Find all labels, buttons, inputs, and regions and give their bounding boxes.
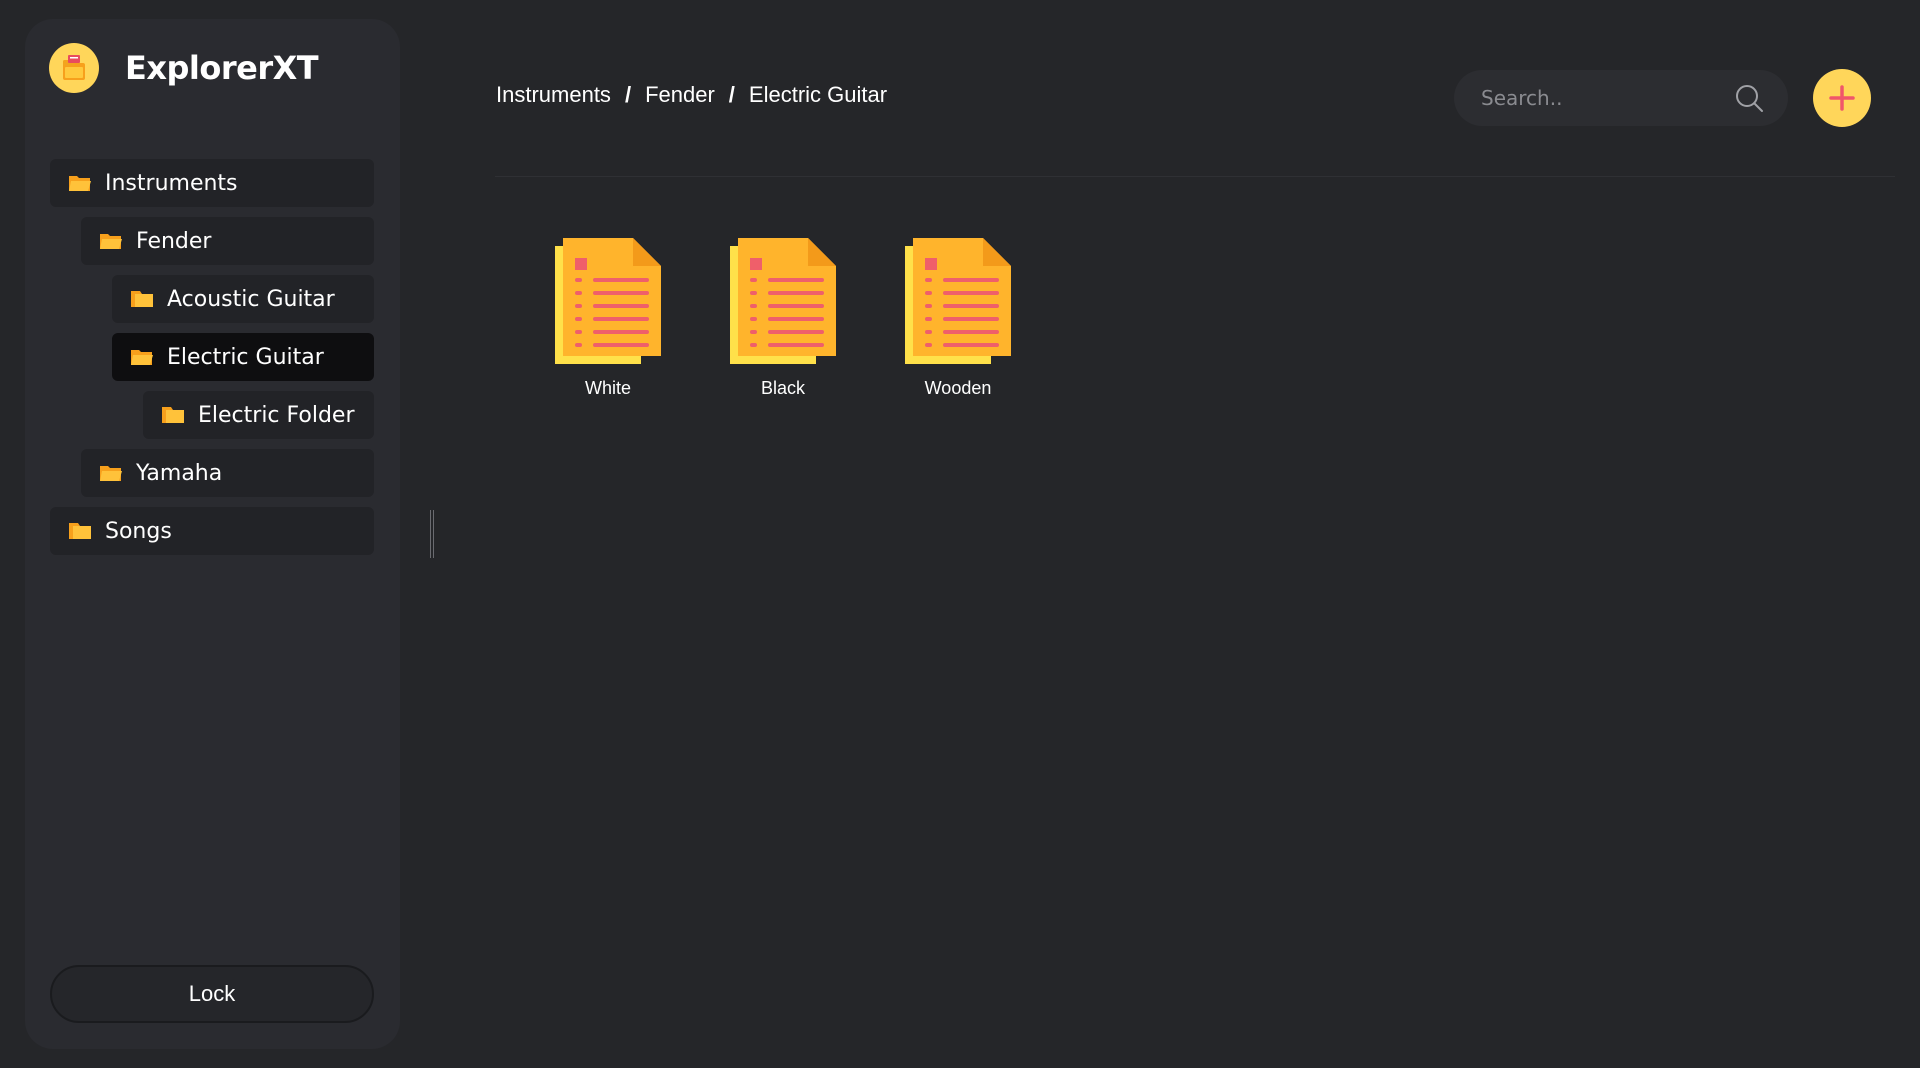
tree-item-label: Yamaha <box>136 460 223 486</box>
file-item-wooden[interactable]: Wooden <box>898 238 1018 408</box>
search-input[interactable] <box>1479 85 1719 111</box>
tree-item-electric-folder[interactable]: Electric Folder <box>143 391 374 439</box>
folder-icon <box>69 523 91 539</box>
breadcrumb-item-fender[interactable]: Fender <box>645 82 715 108</box>
tree-item-label: Instruments <box>105 170 238 196</box>
add-button[interactable] <box>1813 69 1871 127</box>
sidebar: ExplorerXT Instruments Fender Acoustic G… <box>25 19 400 1049</box>
app-title: ExplorerXT <box>125 49 319 87</box>
tree-item-label: Electric Folder <box>198 402 355 428</box>
folder-open-icon <box>100 466 122 481</box>
tree-item-fender[interactable]: Fender <box>81 217 374 265</box>
folder-icon <box>131 291 153 307</box>
file-name: Black <box>760 378 805 398</box>
sidebar-resize-handle[interactable] <box>430 510 434 558</box>
tree-item-acoustic-guitar[interactable]: Acoustic Guitar <box>112 275 374 323</box>
folder-open-icon <box>131 350 153 365</box>
document-icon <box>555 238 661 364</box>
breadcrumb: Instruments / Fender / Electric Guitar <box>496 82 887 108</box>
tree-item-electric-guitar[interactable]: Electric Guitar <box>112 333 374 381</box>
breadcrumb-separator: / <box>624 82 632 107</box>
tree-item-yamaha[interactable]: Yamaha <box>81 449 374 497</box>
tree-item-label: Acoustic Guitar <box>167 286 335 312</box>
header-divider <box>495 176 1895 177</box>
folder-open-icon <box>69 176 91 191</box>
folder-icon <box>162 407 184 423</box>
file-name: Wooden <box>924 378 992 398</box>
search-box <box>1454 70 1788 126</box>
tree-item-label: Electric Guitar <box>167 344 324 370</box>
app-logo-icon <box>49 43 99 93</box>
file-name: White <box>584 378 631 398</box>
tree-item-label: Fender <box>136 228 212 254</box>
file-item-white[interactable]: White <box>548 238 668 408</box>
search-icon[interactable] <box>1734 83 1764 113</box>
lock-button[interactable]: Lock <box>50 965 374 1023</box>
breadcrumb-separator: / <box>728 82 735 107</box>
tree-item-label: Songs <box>105 518 172 544</box>
brand: ExplorerXT <box>49 43 319 93</box>
document-icon <box>905 238 1011 364</box>
plus-icon <box>1829 85 1855 111</box>
folder-open-icon <box>100 234 122 249</box>
breadcrumb-item-electric-guitar[interactable]: Electric Guitar <box>749 82 887 108</box>
tree-item-instruments[interactable]: Instruments <box>50 159 374 207</box>
document-icon <box>730 238 836 364</box>
breadcrumb-item-instruments[interactable]: Instruments <box>496 82 611 108</box>
tree-item-songs[interactable]: Songs <box>50 507 374 555</box>
file-item-black[interactable]: Black <box>723 238 843 408</box>
